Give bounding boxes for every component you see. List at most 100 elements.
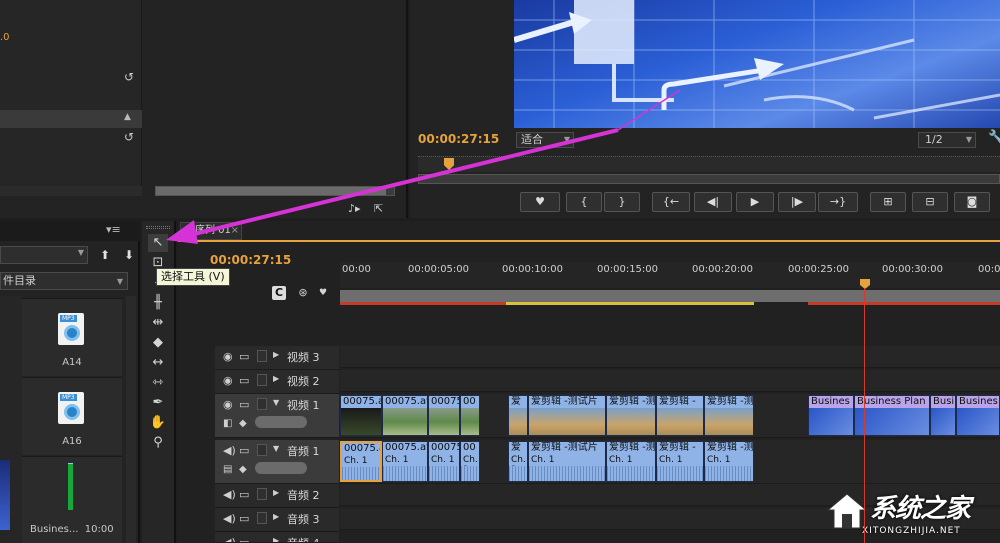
add-marker-icon[interactable]: ♥ bbox=[316, 286, 330, 300]
track-header-a3[interactable]: ◀) ▭ ▶ 音频 3 bbox=[215, 508, 339, 532]
extract-button[interactable]: ⊟ bbox=[912, 192, 948, 212]
track-lane-v3[interactable] bbox=[340, 346, 1000, 368]
timeline-timecode[interactable]: 00:00:27:15 bbox=[210, 253, 291, 267]
speaker-icon[interactable]: ◀) bbox=[223, 488, 236, 501]
collapse-up-icon[interactable]: ▲ bbox=[124, 112, 136, 124]
display-style-icon[interactable]: ◧ bbox=[223, 418, 232, 429]
video-clip[interactable]: 爱剪辑 -测试片 bbox=[528, 395, 606, 436]
video-clip[interactable]: 00075.av bbox=[382, 395, 428, 436]
effect-value[interactable]: .0 bbox=[0, 32, 10, 43]
effect-left-scrollbar[interactable] bbox=[0, 186, 142, 196]
panel-menu-icon[interactable]: ▾≡ bbox=[106, 223, 121, 236]
lock-icon[interactable] bbox=[257, 444, 267, 456]
pen-tool[interactable]: ✒ bbox=[148, 394, 168, 412]
track-header-v2[interactable]: ◉ ▭ ▶ 视频 2 bbox=[215, 370, 339, 394]
audio-clip[interactable]: 爱剪辑 -测试片 Ch. 1 bbox=[528, 441, 606, 482]
expand-icon[interactable]: ▶ bbox=[273, 350, 279, 359]
project-item-a16[interactable]: MP3 A16 bbox=[22, 377, 122, 455]
track-header-a2[interactable]: ◀) ▭ ▶ 音频 2 bbox=[215, 484, 339, 508]
effect-selected-row[interactable] bbox=[0, 110, 142, 128]
keyframe-icon[interactable]: ◆ bbox=[239, 418, 247, 429]
slide-tool[interactable]: ⇿ bbox=[148, 374, 168, 392]
play-button[interactable]: ▶ bbox=[736, 192, 774, 212]
reset-icon-2[interactable]: ↺ bbox=[122, 130, 136, 144]
speaker-icon[interactable]: ◀) bbox=[223, 536, 236, 542]
audio-clip[interactable]: 爱Ch. 1 bbox=[508, 441, 528, 482]
track-header-v3[interactable]: ◉ ▭ ▶ 视频 3 bbox=[215, 346, 339, 370]
track-header-a1[interactable]: ◀) ▭ ▼ 音频 1 ▤ ◆ bbox=[215, 440, 339, 484]
project-directory-select[interactable]: 件目录 ▼ bbox=[0, 272, 128, 290]
go-to-out-button[interactable]: →} bbox=[818, 192, 858, 212]
lock-icon[interactable] bbox=[257, 488, 267, 500]
video-clip[interactable]: 00075 bbox=[428, 395, 460, 436]
video-clip[interactable]: 爱剪辑 - bbox=[656, 395, 704, 436]
expand-icon[interactable]: ▶ bbox=[273, 488, 279, 497]
expand-icon[interactable]: ▶ bbox=[273, 512, 279, 521]
keyframe-nav[interactable] bbox=[255, 462, 307, 474]
project-scrollbar[interactable] bbox=[126, 296, 136, 543]
step-forward-button[interactable]: |▶ bbox=[778, 192, 816, 212]
camera-icon[interactable]: ▭ bbox=[239, 350, 249, 363]
eye-icon[interactable]: ◉ bbox=[223, 350, 233, 363]
snap-icon[interactable]: C bbox=[272, 286, 286, 300]
collapse-icon[interactable]: ▼ bbox=[273, 398, 279, 407]
audio-clip[interactable]: 爱剪辑 -测 Ch. 1 bbox=[704, 441, 754, 482]
wrench-icon[interactable]: 🔧 bbox=[988, 130, 1000, 148]
zoom-tool[interactable]: ⚲ bbox=[148, 434, 168, 452]
business-plan-clip[interactable]: Busines bbox=[808, 395, 854, 436]
arrow-down-icon[interactable]: ⬇ bbox=[124, 248, 136, 262]
expand-icon[interactable]: ▶ bbox=[273, 536, 279, 542]
reset-icon[interactable]: ↺ bbox=[122, 70, 136, 84]
video-clip[interactable]: 爱 bbox=[508, 395, 528, 436]
lock-icon[interactable] bbox=[257, 350, 267, 362]
audio-clip[interactable]: 00075 Ch. 1 bbox=[428, 441, 460, 482]
rate-stretch-tool[interactable]: ⇹ bbox=[148, 314, 168, 332]
track-header-a4[interactable]: ◀)▭ ▶ 音频 4 bbox=[215, 532, 339, 543]
waveform-icon[interactable]: ▤ bbox=[223, 464, 232, 475]
camera-icon[interactable]: ▭ bbox=[239, 374, 249, 387]
eye-icon[interactable]: ◉ bbox=[223, 374, 233, 387]
business-plan-clip[interactable]: Busines bbox=[956, 395, 1000, 436]
video-thumbnail[interactable] bbox=[0, 460, 10, 530]
camera-icon[interactable]: ▭ bbox=[239, 398, 249, 411]
speaker-icon[interactable]: ◀) bbox=[223, 444, 236, 457]
video-clip[interactable]: 爱剪辑 -测 bbox=[606, 395, 656, 436]
video-clip[interactable]: 爱剪辑 -测 bbox=[704, 395, 754, 436]
linked-selection-icon[interactable]: ⊛ bbox=[296, 286, 310, 300]
project-item-a14[interactable]: MP3 A14 bbox=[22, 298, 122, 376]
lock-icon[interactable] bbox=[257, 374, 267, 386]
razor-tool[interactable]: ◆ bbox=[148, 334, 168, 352]
audio-clip[interactable]: 爱剪辑 - Ch. 1 bbox=[656, 441, 704, 482]
track-lane-v2[interactable] bbox=[340, 370, 1000, 392]
lock-icon[interactable] bbox=[257, 512, 267, 524]
video-clip[interactable]: 00 bbox=[460, 395, 480, 436]
playback-resolution-select[interactable]: 1/2 ▼ bbox=[918, 132, 976, 148]
arrow-up-icon[interactable]: ⬆ bbox=[100, 248, 112, 262]
step-back-button[interactable]: ◀| bbox=[694, 192, 732, 212]
collapse-icon[interactable]: ▼ bbox=[273, 444, 279, 453]
hand-tool[interactable]: ✋ bbox=[148, 414, 168, 432]
audio-clip[interactable]: 爱剪辑 -测 Ch. 1 bbox=[606, 441, 656, 482]
video-clip[interactable]: 00075.a bbox=[340, 395, 382, 436]
sync-lock-icon[interactable]: ▭ bbox=[239, 512, 249, 525]
sync-lock-icon[interactable]: ▭ bbox=[239, 444, 249, 457]
rolling-edit-tool[interactable]: ╫ bbox=[148, 294, 168, 312]
expand-icon[interactable]: ▶ bbox=[273, 374, 279, 383]
export-frame-button[interactable]: ◙ bbox=[954, 192, 990, 212]
lift-button[interactable]: ⊞ bbox=[870, 192, 906, 212]
slip-tool[interactable]: ↔ bbox=[148, 354, 168, 372]
audio-clip[interactable]: 00Ch. 1 bbox=[460, 441, 480, 482]
lock-icon[interactable] bbox=[257, 398, 267, 410]
keyframe-nav[interactable] bbox=[255, 416, 307, 428]
project-search-input[interactable]: ▼ bbox=[0, 246, 88, 264]
business-plan-clip[interactable]: Business Plan I bbox=[854, 395, 930, 436]
audio-clip[interactable]: 00075.a Ch. 1 bbox=[340, 441, 382, 482]
work-area-bar[interactable] bbox=[340, 290, 1000, 302]
audio-clip[interactable]: 00075.av Ch. 1 bbox=[382, 441, 428, 482]
sync-lock-icon[interactable]: ▭ bbox=[239, 536, 249, 542]
track-header-v1[interactable]: ◉ ▭ ▼ 视频 1 ◧ ◆ bbox=[215, 394, 339, 438]
eye-icon[interactable]: ◉ bbox=[223, 398, 233, 411]
business-plan-clip[interactable]: Busi bbox=[930, 395, 956, 436]
sync-lock-icon[interactable]: ▭ bbox=[239, 488, 249, 501]
speaker-icon[interactable]: ◀) bbox=[223, 512, 236, 525]
